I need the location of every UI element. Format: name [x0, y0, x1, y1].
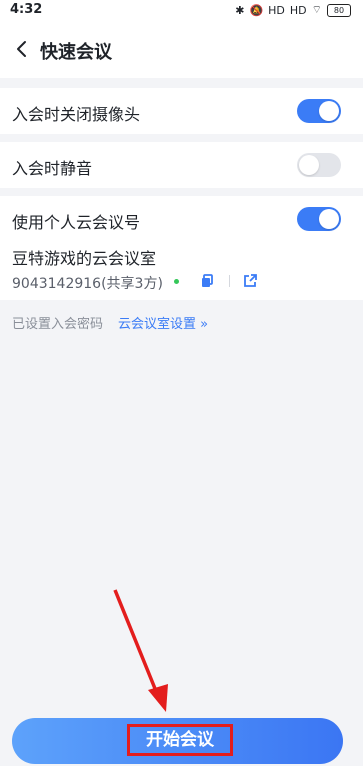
copy-icon[interactable] — [199, 273, 215, 289]
battery-level: 80 — [333, 5, 345, 15]
toggle-knob — [319, 101, 339, 121]
room-id: 9043142916(共享3方) — [12, 276, 163, 292]
personal-id-toggle[interactable] — [297, 207, 341, 231]
room-settings-link[interactable]: 云会议室设置 » — [118, 313, 208, 332]
signal-icon: HD — [289, 3, 307, 17]
status-bar: 4:32 ✱ 🔕 HD HD ⌔ 80 — [0, 0, 363, 20]
camera-off-label: 入会时关闭摄像头 — [12, 105, 141, 124]
page-title: 快速会议 — [40, 42, 112, 63]
mute-row: 入会时静音 — [0, 142, 363, 188]
wifi-icon: ⌔ — [311, 3, 322, 16]
mute-icon: 🔕 — [249, 3, 264, 17]
camera-off-row: 入会时关闭摄像头 — [0, 88, 363, 134]
toggle-knob — [299, 155, 319, 175]
start-meeting-label: 开始会议 — [127, 724, 233, 756]
personal-id-card: 使用个人云会议号 豆特游戏的云会议室 9043142916(共享3方) — [0, 196, 363, 300]
toggle-knob — [319, 209, 339, 229]
battery-icon: 80 — [327, 3, 351, 17]
status-time: 4:32 — [10, 2, 43, 17]
mute-toggle[interactable] — [297, 153, 341, 177]
status-icons: ✱ 🔕 HD HD ⌔ 80 — [235, 3, 351, 17]
bluetooth-icon: ✱ — [235, 3, 245, 17]
camera-off-toggle[interactable] — [297, 99, 341, 123]
room-name: 豆特游戏的云会议室 — [12, 249, 157, 268]
mute-label: 入会时静音 — [12, 159, 93, 178]
divider — [229, 275, 230, 287]
signal-icon: HD — [268, 3, 285, 17]
back-icon[interactable] — [12, 39, 32, 59]
online-dot — [174, 279, 179, 284]
share-icon[interactable] — [242, 273, 258, 289]
page-header: 快速会议 — [0, 20, 363, 78]
start-meeting-button[interactable]: 开始会议 — [12, 718, 343, 764]
personal-id-label: 使用个人云会议号 — [12, 213, 141, 232]
password-note: 已设置入会密码 — [12, 317, 104, 332]
